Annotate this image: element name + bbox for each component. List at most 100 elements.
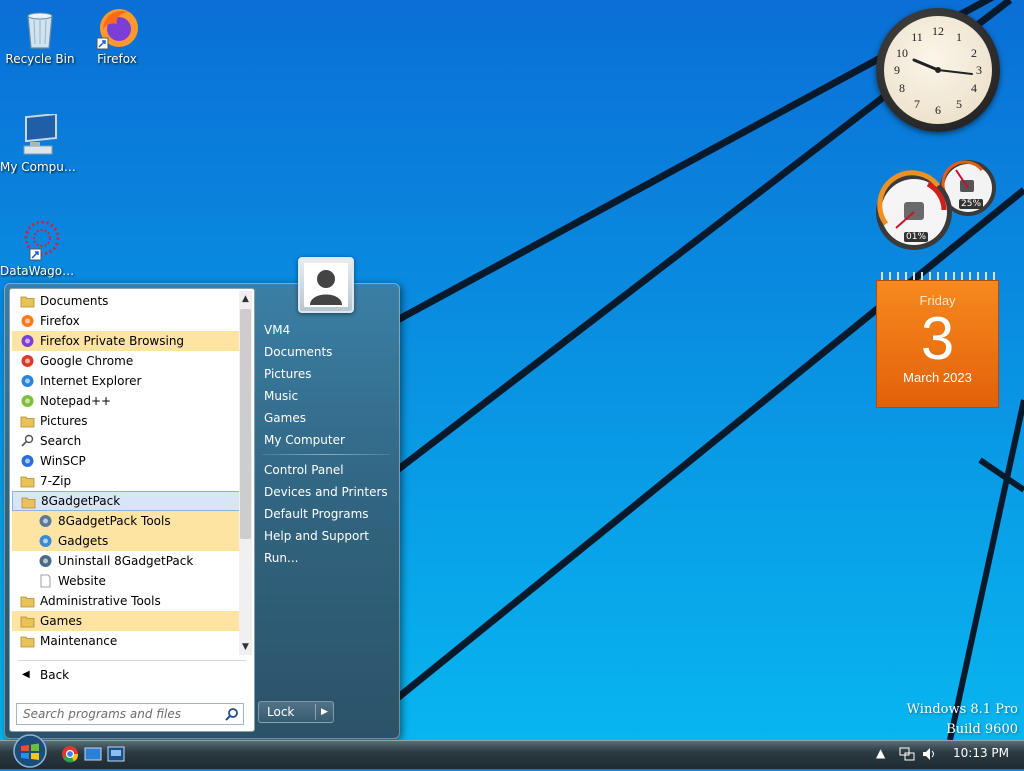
calendar-gadget[interactable]: Friday 3 March 2023 [876, 272, 999, 408]
document-icon [38, 574, 53, 588]
svg-text:12: 12 [932, 24, 944, 38]
program-item-label: Firefox [40, 314, 80, 328]
program-item[interactable]: Internet Explorer [12, 371, 240, 391]
program-item[interactable]: Website [12, 571, 240, 591]
start-right-item-my-computer[interactable]: My Computer [256, 429, 396, 451]
scroll-thumb[interactable] [240, 309, 251, 539]
program-item-label: Uninstall 8GadgetPack [58, 554, 194, 568]
network-window-icon [107, 746, 125, 762]
program-item[interactable]: Documents [12, 291, 240, 311]
program-item[interactable]: Google Chrome [12, 351, 240, 371]
program-item-label: 7-Zip [40, 474, 72, 488]
program-item[interactable]: Pictures [12, 411, 240, 431]
start-menu-right-pane: VM4 Documents Pictures Music Games My Co… [256, 319, 396, 569]
svg-text:9: 9 [894, 63, 900, 77]
svg-text:8: 8 [899, 81, 905, 95]
program-item[interactable]: 8GadgetPack Tools [12, 511, 240, 531]
program-item-label: Administrative Tools [40, 594, 161, 608]
show-hidden-icons[interactable]: ▲ [876, 746, 885, 760]
search-placeholder: Search programs and files [23, 707, 181, 721]
gadgets-icon [38, 534, 53, 548]
program-item[interactable]: Games [12, 611, 240, 631]
os-name: Windows 8.1 Pro [906, 702, 1018, 717]
notepad-icon [20, 394, 35, 408]
program-item[interactable]: 7-Zip [12, 471, 240, 491]
start-menu-left-pane: Documents Firefox Firefox Private Browsing… [9, 288, 255, 732]
program-item[interactable]: Administrative Tools [12, 591, 240, 611]
program-item[interactable]: 8GadgetPack [12, 491, 240, 511]
start-right-item-run[interactable]: Run... [256, 547, 396, 569]
program-item-label: Gadgets [58, 534, 109, 548]
start-right-item-pictures[interactable]: Pictures [256, 363, 396, 385]
start-button[interactable] [10, 734, 50, 768]
desktop-icon-datawagon[interactable]: DataWagon... [0, 218, 80, 278]
svg-text:6: 6 [935, 103, 941, 117]
program-item-label: Google Chrome [40, 354, 134, 368]
user-avatar[interactable] [298, 257, 354, 313]
start-right-item-help-support[interactable]: Help and Support [256, 525, 396, 547]
program-item-label: 8GadgetPack Tools [58, 514, 171, 528]
program-item-label: Website [58, 574, 106, 588]
scroll-down-icon[interactable]: ▼ [239, 639, 252, 655]
program-item[interactable]: WinSCP [12, 451, 240, 471]
program-item-label: Firefox Private Browsing [40, 334, 185, 348]
desktop-icon-label: DataWagon... [0, 264, 80, 278]
taskbar-app-button[interactable] [106, 744, 126, 764]
desktop-icon-label: Firefox [97, 52, 137, 66]
folder-icon [20, 414, 35, 428]
start-right-item-games[interactable]: Games [256, 407, 396, 429]
lock-button[interactable]: Lock ▶ [258, 701, 334, 723]
window-icon [84, 747, 102, 761]
svg-text:4: 4 [971, 81, 977, 95]
tools-icon [38, 514, 53, 528]
svg-text:10: 10 [896, 46, 908, 60]
desktop-icon-recycle-bin[interactable]: Recycle Bin [0, 6, 80, 66]
start-right-item-music[interactable]: Music [256, 385, 396, 407]
divider [18, 660, 246, 661]
chevron-right-icon[interactable]: ▶ [321, 702, 328, 722]
program-item-label: Games [40, 614, 82, 628]
taskbar-chrome-button[interactable] [60, 744, 80, 764]
desktop-icon-firefox[interactable]: Firefox [77, 6, 157, 66]
ie-icon [20, 374, 35, 388]
divider [315, 704, 316, 720]
search-input[interactable]: Search programs and files [16, 703, 244, 725]
start-right-item-user[interactable]: VM4 [256, 319, 396, 341]
uninstall-icon [38, 554, 53, 568]
start-right-item-devices-printers[interactable]: Devices and Printers [256, 481, 396, 503]
back-button[interactable]: ◀ Back [18, 665, 140, 685]
volume-icon[interactable] [921, 746, 937, 765]
clock-gadget[interactable]: 12 1 2 3 45 6 78 9 10 11 [876, 8, 1000, 132]
scroll-up-icon[interactable]: ▲ [239, 291, 252, 307]
start-right-item-default-programs[interactable]: Default Programs [256, 503, 396, 525]
taskbar-explorer-button[interactable] [83, 744, 103, 764]
computer-icon [18, 112, 62, 158]
program-item-label: Documents [40, 294, 109, 308]
start-right-item-documents[interactable]: Documents [256, 341, 396, 363]
svg-text:2: 2 [971, 46, 977, 60]
program-item[interactable]: Firefox Private Browsing [12, 331, 240, 351]
desktop-icon-my-computer[interactable]: My Computer [0, 112, 80, 174]
program-item[interactable]: Search [12, 431, 240, 451]
network-icon[interactable] [899, 746, 915, 765]
firefox-icon [20, 314, 35, 328]
program-item[interactable]: Gadgets [12, 531, 240, 551]
start-right-item-control-panel[interactable]: Control Panel [256, 459, 396, 481]
divider [262, 454, 390, 455]
folder-icon [21, 495, 36, 509]
svg-text:1: 1 [956, 30, 962, 44]
windows-version-watermark: Windows 8.1 Pro Build 9600 [907, 700, 1018, 740]
taskbar-clock[interactable]: 10:13 PM [946, 746, 1016, 760]
cpu-meter-gadget[interactable]: 01% 25% [872, 158, 1002, 250]
program-item-label: Maintenance [40, 634, 118, 648]
calendar-day: 3 [920, 305, 955, 372]
program-list-scrollbar[interactable]: ▲ ▼ [239, 291, 252, 655]
program-item[interactable]: Maintenance [12, 631, 240, 651]
program-item-label: Notepad++ [40, 394, 112, 408]
desktop-icon-label: My Computer [0, 160, 80, 174]
program-item[interactable]: Notepad++ [12, 391, 240, 411]
program-item[interactable]: Uninstall 8GadgetPack [12, 551, 240, 571]
chrome-icon [62, 746, 79, 763]
program-item[interactable]: Firefox [12, 311, 240, 331]
folder-icon [20, 294, 35, 308]
